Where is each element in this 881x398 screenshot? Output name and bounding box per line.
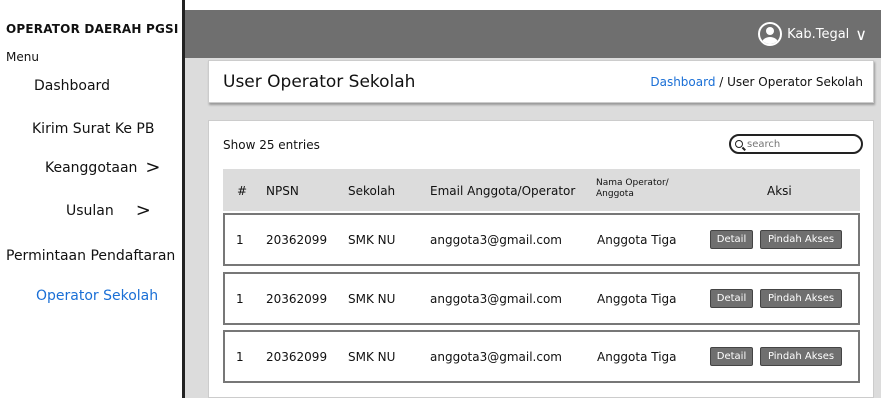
detail-button[interactable]: Detail [710,230,753,249]
cell-sekolah: SMK NU [348,350,396,364]
cell-email: anggota3@gmail.com [430,233,562,247]
sidebar-item-kirim-surat[interactable]: Kirim Surat Ke PB [32,121,154,137]
breadcrumb-current: / User Operator Sekolah [715,75,863,89]
app-brand: OPERATOR DAERAH PGSI [6,22,179,36]
user-avatar-icon [758,22,783,46]
page-header: User Operator Sekolah Dashboard / User O… [208,60,874,103]
cell-no: 1 [236,350,244,364]
chevron-right-icon: > [145,157,161,178]
breadcrumb: Dashboard / User Operator Sekolah [650,75,863,89]
cell-sekolah: SMK NU [348,233,396,247]
table-header: # NPSN Sekolah Email Anggota/Operator Na… [223,169,860,211]
cell-nama: Anggota Tiga [597,350,677,364]
top-header: Kab.Tegal ∨ [185,10,881,58]
cell-npsn: 20362099 [266,350,328,364]
user-menu[interactable]: Kab.Tegal ∨ [758,20,867,48]
sidebar-item-label: Dashboard [34,78,110,94]
search-icon [735,140,743,148]
cell-email: anggota3@gmail.com [430,350,562,364]
cell-npsn: 20362099 [266,233,328,247]
cell-sekolah: SMK NU [348,292,396,306]
cell-npsn: 20362099 [266,292,328,306]
column-header-sekolah: Sekolah [348,184,396,198]
cell-nama: Anggota Tiga [597,292,677,306]
sidebar: OPERATOR DAERAH PGSI Menu Dashboard Kiri… [0,0,185,398]
column-header-no: # [237,184,248,198]
sidebar-item-label: Keanggotaan [45,160,138,176]
table-row: 1 20362099 SMK NU anggota3@gmail.com Ang… [223,213,860,266]
pindah-akses-button[interactable]: Pindah Akses [760,289,842,308]
detail-button[interactable]: Detail [710,289,753,308]
column-header-npsn: NPSN [266,184,299,198]
detail-button[interactable]: Detail [710,347,753,366]
search-box[interactable] [729,134,863,154]
cell-no: 1 [236,292,244,306]
sidebar-item-operator-sekolah[interactable]: Operator Sekolah [36,288,158,304]
table-row: 1 20362099 SMK NU anggota3@gmail.com Ang… [223,330,860,383]
sidebar-item-usulan[interactable]: Usulan > [66,200,151,221]
table-row: 1 20362099 SMK NU anggota3@gmail.com Ang… [223,272,860,325]
column-header-email: Email Anggota/Operator [430,184,576,198]
table-card: Show 25 entries # NPSN Sekolah Email Ang… [208,120,874,398]
sidebar-item-label: Permintaan Pendaftaran [6,248,176,264]
chevron-right-icon: > [135,200,151,221]
search-input[interactable] [747,138,847,150]
column-header-nama: Nama Operator/ Anggota [596,178,669,199]
pindah-akses-button[interactable]: Pindah Akses [760,230,842,249]
column-header-aksi: Aksi [767,184,792,198]
cell-nama: Anggota Tiga [597,233,677,247]
sidebar-item-label: Kirim Surat Ke PB [32,121,155,137]
chevron-down-icon: ∨ [855,24,867,44]
entries-selector[interactable]: Show 25 entries [223,138,320,152]
sidebar-item-permintaan-pendaftaran[interactable]: Permintaan Pendaftaran [6,248,175,264]
page-title: User Operator Sekolah [223,72,416,92]
cell-no: 1 [236,233,244,247]
sidebar-item-label: Operator Sekolah [36,288,159,304]
sidebar-item-label: Usulan [66,203,114,219]
sidebar-item-keanggotaan[interactable]: Keanggotaan > [45,157,161,178]
cell-email: anggota3@gmail.com [430,292,562,306]
sidebar-item-dashboard[interactable]: Dashboard [34,78,110,94]
menu-title: Menu [6,50,39,64]
user-name: Kab.Tegal [787,26,850,42]
breadcrumb-dashboard-link[interactable]: Dashboard [650,75,715,89]
pindah-akses-button[interactable]: Pindah Akses [760,347,842,366]
